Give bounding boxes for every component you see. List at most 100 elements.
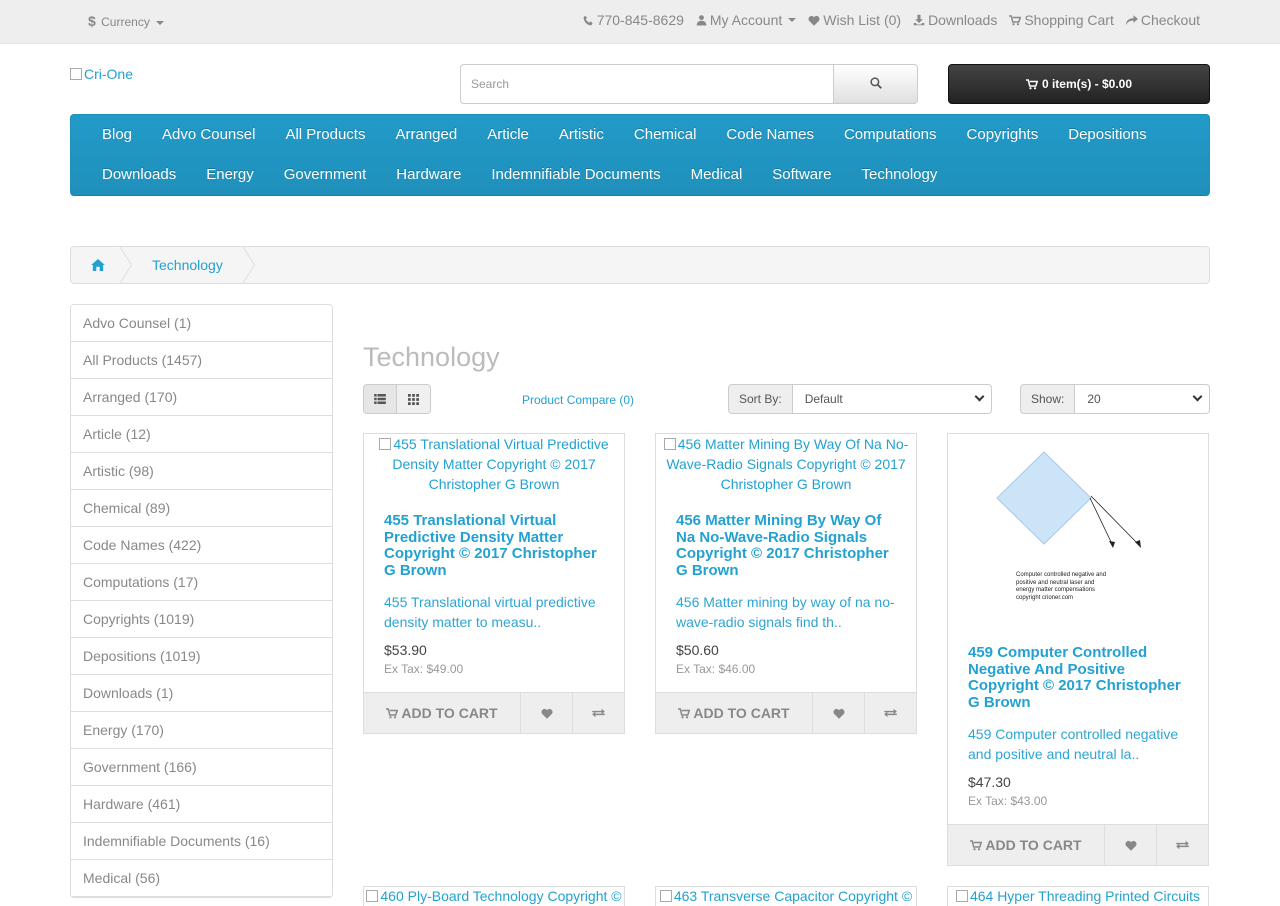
sidebar-category-item[interactable]: Computations (17) (71, 564, 332, 601)
grid-view-button[interactable] (397, 384, 431, 414)
broken-image-icon (659, 890, 672, 902)
main-menu: Blog Advo Counsel All Products Arranged Arti… (70, 114, 1210, 196)
breadcrumb-technology[interactable]: Technology (126, 247, 249, 283)
logo-link[interactable]: Cri-One (70, 66, 133, 82)
menu-item[interactable]: Blog (87, 115, 147, 155)
menu-item[interactable]: Depositions (1053, 115, 1161, 155)
compare-button[interactable] (1157, 825, 1208, 865)
product-actions: ADD TO CART (656, 692, 916, 733)
compare-button[interactable] (573, 693, 624, 733)
checkout-link[interactable]: Checkout (1125, 12, 1200, 28)
view-toggle (363, 384, 431, 414)
currency-label: Currency (101, 15, 150, 29)
add-to-wishlist-button[interactable] (521, 693, 573, 733)
product-image-link[interactable]: 455 Translational Virtual Predictive Den… (364, 434, 624, 494)
product-image-alt: 460 Ply-Board Technology Copyright © (380, 888, 622, 904)
show-group: Show: 20 (1020, 384, 1211, 414)
downloads-link[interactable]: Downloads (913, 12, 997, 28)
product-card: 455 Translational Virtual Predictive Den… (363, 433, 625, 734)
heart-icon (808, 15, 820, 26)
add-to-wishlist-button[interactable] (1105, 825, 1157, 865)
product-image-alt: 463 Transverse Capacitor Copyright © (673, 888, 913, 904)
search-button[interactable] (834, 64, 918, 104)
add-to-cart-button[interactable]: ADD TO CART (364, 693, 521, 733)
menu-item[interactable]: Article (472, 115, 544, 155)
list-view-button[interactable] (363, 384, 397, 414)
wish-list-link[interactable]: Wish List (0) (808, 12, 901, 28)
sidebar-category-item[interactable]: Arranged (170) (71, 379, 332, 416)
product-name-link[interactable]: 456 Matter Mining By Way Of Na No-Wave-R… (676, 512, 896, 579)
menu-item[interactable]: Technology (846, 155, 952, 195)
compare-button[interactable] (865, 693, 916, 733)
menu-item[interactable]: Advo Counsel (147, 115, 270, 155)
sidebar-category-item[interactable]: Downloads (1) (71, 675, 332, 712)
product-tax: Ex Tax: $46.00 (676, 662, 756, 676)
add-to-cart-label: ADD TO CART (985, 837, 1082, 853)
show-select[interactable]: 20 (1075, 384, 1211, 414)
menu-item[interactable]: Government (269, 155, 382, 195)
menu-item[interactable]: Downloads (87, 155, 191, 195)
product-image-alt: 464 Hyper Threading Printed Circuits (969, 888, 1201, 904)
add-to-cart-label: ADD TO CART (401, 705, 498, 721)
sidebar-category-item[interactable]: Government (166) (71, 749, 332, 786)
add-to-cart-button[interactable]: ADD TO CART (656, 693, 813, 733)
menu-item[interactable]: Arranged (380, 115, 472, 155)
product-image-link[interactable]: 456 Matter Mining By Way Of Na No-Wave-R… (656, 434, 916, 494)
chevron-down-icon (974, 391, 985, 402)
product-image-link[interactable]: 463 Transverse Capacitor Copyright © (655, 886, 917, 906)
menu-item[interactable]: Artistic (544, 115, 619, 155)
menu-item[interactable]: Computations (829, 115, 952, 155)
sidebar-category-item[interactable]: Artistic (98) (71, 453, 332, 490)
shopping-cart-link[interactable]: Shopping Cart (1009, 12, 1114, 28)
user-icon (696, 15, 707, 26)
product-card: Computer controlled negative and positiv… (947, 433, 1209, 866)
menu-item[interactable]: Chemical (619, 115, 712, 155)
add-to-wishlist-button[interactable] (813, 693, 865, 733)
cart-button[interactable]: 0 item(s) - $0.00 (948, 64, 1210, 104)
menu-item[interactable]: Indemnifiable Documents (476, 155, 675, 195)
menu-item[interactable]: All Products (270, 115, 380, 155)
product-price: $47.30 (968, 774, 1011, 790)
sidebar-category-item[interactable]: Depositions (1019) (71, 638, 332, 675)
product-name-link[interactable]: 455 Translational Virtual Predictive Den… (384, 512, 604, 579)
cart-icon (678, 707, 691, 718)
my-account-dropdown[interactable]: My Account (696, 12, 797, 28)
broken-image-icon (366, 890, 379, 902)
sidebar-category-item[interactable]: Hardware (461) (71, 786, 332, 823)
search-input[interactable] (460, 64, 834, 104)
add-to-cart-button[interactable]: ADD TO CART (948, 825, 1105, 865)
menu-item[interactable]: Code Names (711, 115, 829, 155)
sidebar-category-item[interactable]: Copyrights (1019) (71, 601, 332, 638)
menu-item[interactable]: Energy (191, 155, 269, 195)
phone-icon (583, 15, 593, 25)
phone-link[interactable]: 770-845-8629 (583, 12, 684, 28)
sort-select[interactable]: Default (792, 384, 992, 414)
cart-icon (1025, 78, 1038, 89)
search-icon (869, 76, 882, 89)
product-description: 459 Computer controlled negative and pos… (968, 726, 1179, 762)
header: Cri-One 0 item(s) - $0.00 (0, 44, 1280, 114)
product-caption: 459 Computer Controlled Negative And Pos… (948, 644, 1208, 808)
sidebar-category-item[interactable]: All Products (1457) (71, 342, 332, 379)
menu-item[interactable]: Software (757, 155, 846, 195)
home-icon (91, 259, 105, 271)
sidebar-category-item[interactable]: Code Names (422) (71, 527, 332, 564)
sidebar-category-item[interactable]: Advo Counsel (1) (71, 305, 332, 342)
sidebar-category-item[interactable]: Medical (56) (71, 860, 332, 897)
product-image-link[interactable]: Computer controlled negative and positiv… (948, 434, 1208, 630)
product-name-link[interactable]: 459 Computer Controlled Negative And Pos… (968, 644, 1188, 711)
product-image-link[interactable]: 464 Hyper Threading Printed Circuits (947, 886, 1209, 906)
currency-dropdown[interactable]: $ Currency (88, 13, 165, 29)
heart-icon (832, 708, 845, 719)
breadcrumb-home[interactable] (71, 247, 126, 283)
show-label: Show: (1020, 384, 1076, 414)
sidebar-category-item[interactable]: Energy (170) (71, 712, 332, 749)
menu-item[interactable]: Copyrights (952, 115, 1054, 155)
product-image-link[interactable]: 460 Ply-Board Technology Copyright © (363, 886, 625, 906)
sidebar-category-item[interactable]: Indemnifiable Documents (16) (71, 823, 332, 860)
sidebar-category-item[interactable]: Article (12) (71, 416, 332, 453)
menu-item[interactable]: Medical (676, 155, 758, 195)
sidebar-category-item[interactable]: Chemical (89) (71, 490, 332, 527)
menu-item[interactable]: Hardware (381, 155, 476, 195)
product-compare-link[interactable]: Product Compare (0) (522, 393, 634, 407)
